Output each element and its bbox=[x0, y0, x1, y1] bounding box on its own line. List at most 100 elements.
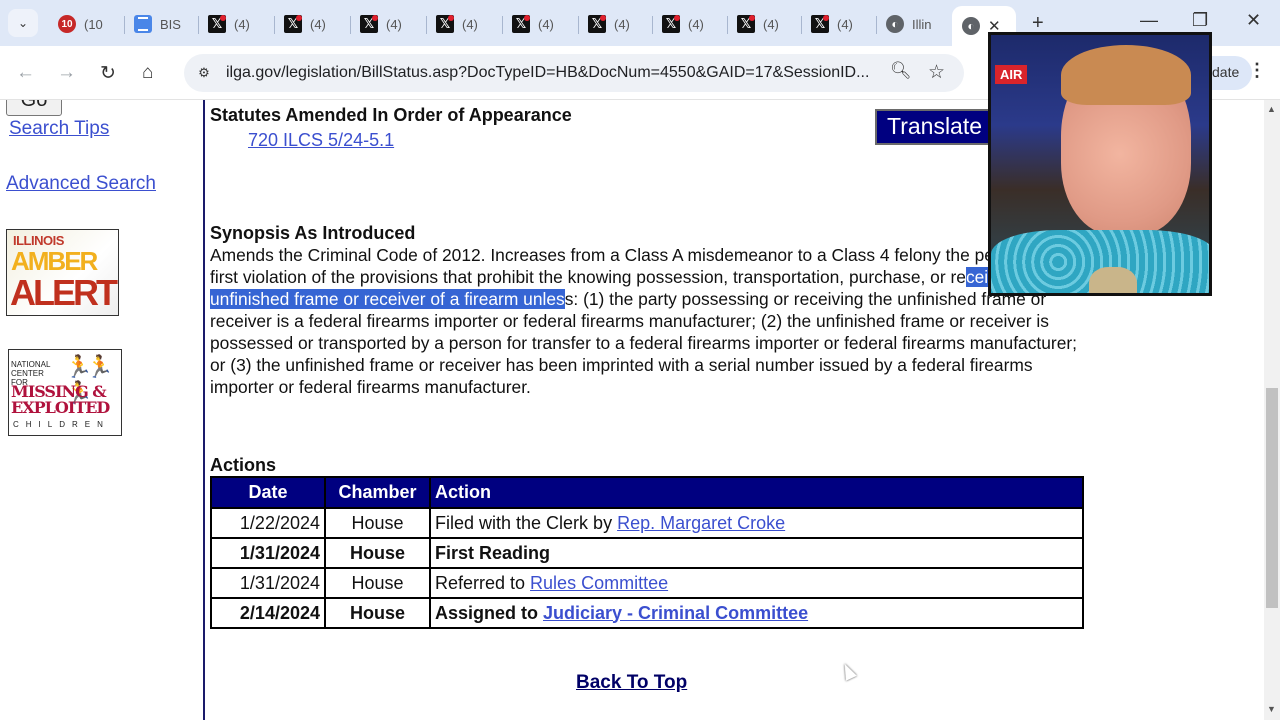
forward-button[interactable]: → bbox=[57, 62, 76, 84]
cell-chamber: House bbox=[324, 537, 431, 569]
tab[interactable]: 𝕏 (4) bbox=[502, 10, 554, 38]
site-settings-icon[interactable]: ⚙ bbox=[194, 63, 214, 83]
table-row: 1/31/2024 House Referred to Rules Commit… bbox=[210, 567, 1084, 599]
go-button[interactable]: Go bbox=[6, 100, 62, 116]
tab-label: (4) bbox=[310, 16, 326, 32]
cell-date: 1/31/2024 bbox=[210, 537, 326, 569]
address-bar[interactable]: ⚙ ilga.gov/legislation/BillStatus.asp?Do… bbox=[184, 54, 964, 92]
globe-icon: ◐ bbox=[962, 17, 980, 35]
action-text: Referred to bbox=[435, 572, 531, 593]
url-text[interactable]: ilga.gov/legislation/BillStatus.asp?DocT… bbox=[226, 64, 869, 82]
committee-link[interactable]: Rules Committee bbox=[530, 573, 668, 593]
tab-label: Illin bbox=[912, 16, 932, 32]
x-logo-icon: 𝕏 bbox=[737, 15, 755, 33]
x-logo-icon: 𝕏 bbox=[284, 15, 302, 33]
table-row: 1/31/2024 House First Reading bbox=[210, 537, 1084, 569]
tab[interactable]: 𝕏 (4) bbox=[426, 10, 478, 38]
scroll-down-arrow-icon[interactable]: ▼ bbox=[1267, 704, 1276, 714]
tab-label: (4) bbox=[614, 16, 630, 32]
amber-line3: ALERT bbox=[10, 272, 118, 313]
x-logo-icon: 𝕏 bbox=[662, 15, 680, 33]
tab[interactable]: 𝕏 (4) bbox=[727, 10, 779, 38]
tab-separator bbox=[502, 16, 503, 34]
cell-action: Referred to Rules Committee bbox=[429, 567, 1084, 599]
tab-label: BIS bbox=[160, 16, 181, 32]
tab-separator bbox=[426, 16, 427, 34]
docs-icon bbox=[134, 15, 152, 33]
tab[interactable]: 𝕏 (4) bbox=[274, 10, 326, 38]
tab-label: (4) bbox=[837, 16, 853, 32]
ncmec-logo[interactable]: NATIONAL CENTER FOR 🏃🏃🏃 MISSING & EXPLOIT… bbox=[8, 349, 122, 436]
tab-separator bbox=[652, 16, 653, 34]
tab-separator bbox=[876, 16, 877, 34]
back-to-top-link[interactable]: Back To Top bbox=[576, 672, 687, 694]
close-window-button[interactable]: ✕ bbox=[1246, 10, 1261, 31]
actions-table: Date Chamber Action 1/22/2024 House File… bbox=[210, 476, 1084, 629]
amber-alert-logo[interactable]: ILLINOIS AMBER ALERT bbox=[6, 229, 119, 316]
tab-separator bbox=[124, 16, 125, 34]
table-row: 2/14/2024 House Assigned to Judiciary - … bbox=[210, 597, 1084, 629]
mouse-cursor-icon bbox=[839, 661, 857, 681]
on-air-badge: AIR bbox=[995, 65, 1028, 84]
tab[interactable]: BIS bbox=[124, 10, 181, 38]
tab-label: (4) bbox=[462, 16, 478, 32]
tab-separator bbox=[578, 16, 579, 34]
cell-date: 1/22/2024 bbox=[210, 507, 326, 539]
x-logo-icon: 𝕏 bbox=[811, 15, 829, 33]
restore-button[interactable]: ❐ bbox=[1192, 10, 1208, 31]
page-scrollbar[interactable]: ▲ ▼ bbox=[1264, 100, 1280, 720]
bookmark-star-icon[interactable]: ☆ bbox=[928, 61, 945, 84]
actions-heading: Actions bbox=[210, 455, 277, 475]
header-chamber: Chamber bbox=[324, 476, 431, 509]
tab-separator bbox=[727, 16, 728, 34]
tab[interactable]: 𝕏 (4) bbox=[350, 10, 402, 38]
microphone-icon bbox=[1089, 267, 1137, 293]
scroll-thumb[interactable] bbox=[1266, 388, 1278, 608]
ncmec-exploited: EXPLOITED bbox=[11, 398, 110, 417]
tab[interactable]: 𝕏 (4) bbox=[198, 10, 250, 38]
scroll-up-arrow-icon[interactable]: ▲ bbox=[1267, 104, 1276, 114]
tab-separator bbox=[198, 16, 199, 34]
cell-action: First Reading bbox=[429, 537, 1084, 569]
action-text: Filed with the Clerk by bbox=[435, 512, 618, 533]
synopsis-part: Amends the Criminal Code of 2012. Increa… bbox=[210, 245, 1071, 287]
x-logo-icon: 𝕏 bbox=[360, 15, 378, 33]
presenter-hair bbox=[1061, 45, 1191, 105]
action-text: First Reading bbox=[435, 542, 551, 563]
tab[interactable]: 𝕏 (4) bbox=[578, 10, 630, 38]
translate-button[interactable]: Translate bbox=[875, 109, 999, 145]
tab[interactable]: 𝕏 (4) bbox=[801, 10, 853, 38]
tab-separator bbox=[274, 16, 275, 34]
tab-label: (4) bbox=[234, 16, 250, 32]
x-logo-icon: 𝕏 bbox=[588, 15, 606, 33]
cell-date: 2/14/2024 bbox=[210, 597, 326, 629]
tab-separator bbox=[350, 16, 351, 34]
tab-search-button[interactable]: ⌄ bbox=[8, 9, 38, 37]
committee-link[interactable]: Judiciary - Criminal Committee bbox=[543, 603, 808, 623]
more-menu-icon[interactable]: ⋮ bbox=[1248, 60, 1266, 81]
x-logo-icon: 𝕏 bbox=[436, 15, 454, 33]
sponsor-link[interactable]: Rep. Margaret Croke bbox=[617, 513, 785, 533]
minimize-button[interactable]: — bbox=[1140, 10, 1158, 31]
home-button[interactable]: ⌂ bbox=[142, 62, 153, 84]
header-action: Action bbox=[429, 476, 1084, 509]
back-button[interactable]: ← bbox=[16, 62, 35, 84]
statute-link[interactable]: 720 ILCS 5/24-5.1 bbox=[248, 130, 394, 151]
tab[interactable]: 𝕏 (4) bbox=[652, 10, 704, 38]
reload-button[interactable]: ↻ bbox=[100, 62, 116, 85]
search-tips-link[interactable]: Search Tips bbox=[9, 118, 109, 140]
cell-date: 1/31/2024 bbox=[210, 567, 326, 599]
action-text: Assigned to bbox=[435, 602, 544, 623]
tab-label: (4) bbox=[538, 16, 554, 32]
tab[interactable]: ◐ Illin bbox=[876, 10, 932, 38]
cell-chamber: House bbox=[324, 507, 431, 539]
tab-label: (4) bbox=[688, 16, 704, 32]
x-logo-icon: 𝕏 bbox=[512, 15, 530, 33]
zoom-icon[interactable]: 🔍︎ bbox=[890, 61, 912, 81]
x-logo-icon: 𝕏 bbox=[208, 15, 226, 33]
cell-chamber: House bbox=[324, 567, 431, 599]
table-header-row: Date Chamber Action bbox=[210, 476, 1084, 509]
tab[interactable]: 10 (10 bbox=[50, 10, 103, 38]
left-sidebar: Go Search Tips Advanced Search ILLINOIS … bbox=[0, 100, 205, 720]
advanced-search-link[interactable]: Advanced Search bbox=[6, 173, 156, 195]
